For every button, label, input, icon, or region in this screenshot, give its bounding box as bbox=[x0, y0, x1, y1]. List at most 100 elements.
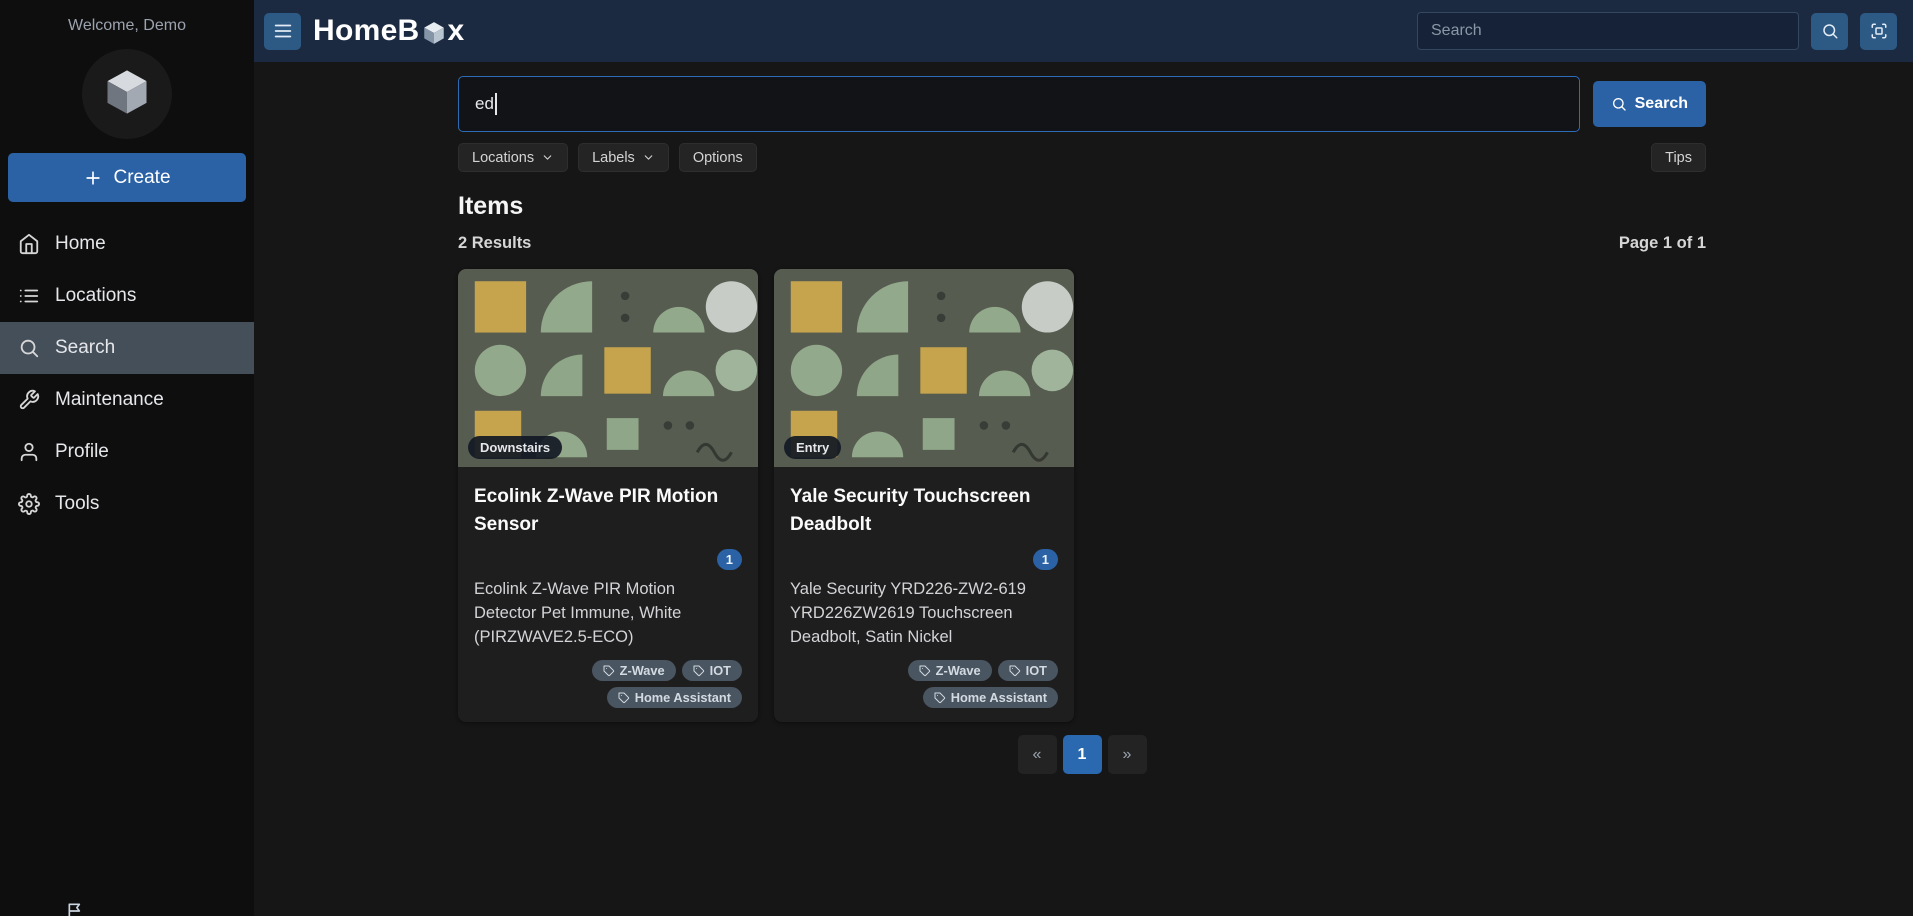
search-icon bbox=[1821, 22, 1839, 40]
item-title[interactable]: Yale Security Touchscreen Deadbolt bbox=[790, 483, 1058, 538]
prev-page-button[interactable]: « bbox=[1017, 735, 1057, 774]
label-chip[interactable]: IOT bbox=[997, 660, 1058, 681]
app-title-prefix: HomeB bbox=[313, 14, 420, 47]
label-chips: Z-Wave IOT Home Assistant bbox=[474, 660, 742, 708]
page-indicator: Page 1 of 1 bbox=[1618, 234, 1706, 252]
sidebar-item-locations[interactable]: Locations bbox=[0, 270, 254, 322]
locations-filter-label: Locations bbox=[472, 149, 535, 166]
sidebar-item-search[interactable]: Search bbox=[0, 322, 254, 374]
item-card[interactable]: Downstairs Ecolink Z-Wave PIR Motion Sen… bbox=[458, 269, 758, 722]
qr-scan-icon bbox=[1870, 22, 1888, 40]
item-card-body: Yale Security Touchscreen Deadbolt 1 Yal… bbox=[774, 467, 1074, 722]
sidebar-item-tools[interactable]: Tools bbox=[0, 478, 254, 530]
topbar-search-input[interactable] bbox=[1417, 12, 1799, 50]
results-meta: 2 Results Page 1 of 1 bbox=[458, 234, 1706, 253]
create-button[interactable]: Create bbox=[8, 153, 246, 202]
label-chip-text: Z-Wave bbox=[935, 663, 981, 678]
topbar: HomeB x bbox=[254, 0, 1913, 62]
tag-icon bbox=[618, 692, 630, 704]
box-logo-icon bbox=[101, 66, 153, 123]
sidebar-item-label: Tools bbox=[55, 493, 100, 514]
location-badge[interactable]: Entry bbox=[784, 436, 842, 459]
item-title[interactable]: Ecolink Z-Wave PIR Motion Sensor bbox=[474, 483, 742, 538]
label-chip-text: Z-Wave bbox=[619, 663, 665, 678]
pagination: « 1 » bbox=[458, 735, 1706, 774]
item-card[interactable]: Entry Yale Security Touchscreen Deadbolt… bbox=[774, 269, 1074, 722]
next-page-button[interactable]: » bbox=[1107, 735, 1147, 774]
label-chip-text: IOT bbox=[709, 663, 731, 678]
homebox-logo bbox=[82, 49, 172, 139]
welcome-text: Welcome, Demo bbox=[68, 17, 186, 34]
sidebar-item-maintenance[interactable]: Maintenance bbox=[0, 374, 254, 426]
options-button[interactable]: Options bbox=[678, 143, 757, 172]
flag-icon[interactable] bbox=[66, 901, 86, 916]
item-thumbnail: Downstairs bbox=[458, 269, 758, 467]
sidebar-nav: Home Locations Search Maintenance Profil… bbox=[0, 218, 254, 530]
search-button[interactable]: Search bbox=[1592, 81, 1706, 127]
quantity-row: 1 bbox=[474, 549, 742, 571]
chevron-down-icon bbox=[642, 151, 655, 164]
label-chip-text: IOT bbox=[1025, 663, 1047, 678]
sidebar-item-label: Profile bbox=[55, 441, 109, 462]
item-card-body: Ecolink Z-Wave PIR Motion Sensor 1 Ecoli… bbox=[458, 467, 758, 722]
page-1-button[interactable]: 1 bbox=[1062, 735, 1102, 774]
results-count: 2 Results bbox=[458, 234, 532, 252]
search-input[interactable]: ed bbox=[458, 76, 1580, 132]
app-title: HomeB x bbox=[313, 14, 465, 48]
label-chip[interactable]: Home Assistant bbox=[922, 687, 1058, 708]
label-chip-text: Home Assistant bbox=[950, 690, 1047, 705]
create-button-label: Create bbox=[113, 166, 171, 188]
topbar-search-button[interactable] bbox=[1811, 12, 1848, 50]
search-icon bbox=[18, 337, 40, 359]
label-chip-text: Home Assistant bbox=[634, 690, 731, 705]
menu-button[interactable] bbox=[264, 12, 301, 50]
main-content: ed Search Locations Labels Options Tips … bbox=[254, 62, 1913, 916]
plus-icon bbox=[83, 168, 103, 188]
locations-filter-button[interactable]: Locations bbox=[458, 143, 569, 172]
labels-filter-button[interactable]: Labels bbox=[578, 143, 669, 172]
items-heading: Items bbox=[458, 192, 524, 220]
tips-button-label: Tips bbox=[1665, 149, 1692, 166]
tag-icon bbox=[919, 665, 931, 677]
text-caret bbox=[494, 93, 497, 115]
label-chips: Z-Wave IOT Home Assistant bbox=[790, 660, 1058, 708]
tag-icon bbox=[1009, 665, 1021, 677]
item-description: Ecolink Z-Wave PIR Motion Detector Pet I… bbox=[474, 580, 682, 646]
quantity-badge: 1 bbox=[716, 549, 742, 571]
list-icon bbox=[18, 285, 40, 307]
hamburger-icon bbox=[272, 20, 294, 42]
sidebar-item-label: Locations bbox=[55, 285, 137, 306]
results-grid: Downstairs Ecolink Z-Wave PIR Motion Sen… bbox=[458, 269, 1706, 722]
labels-filter-label: Labels bbox=[592, 149, 635, 166]
app-title-suffix: x bbox=[447, 14, 465, 47]
item-thumbnail: Entry bbox=[774, 269, 1074, 467]
label-chip[interactable]: Home Assistant bbox=[606, 687, 742, 708]
chevron-down-icon bbox=[541, 151, 554, 164]
sidebar-item-label: Home bbox=[55, 233, 106, 254]
scan-button[interactable] bbox=[1860, 12, 1897, 50]
options-button-label: Options bbox=[692, 149, 743, 166]
quantity-badge: 1 bbox=[1032, 549, 1058, 571]
label-chip[interactable]: IOT bbox=[681, 660, 742, 681]
tag-icon bbox=[693, 665, 705, 677]
location-badge[interactable]: Downstairs bbox=[468, 436, 563, 459]
person-icon bbox=[18, 441, 40, 463]
search-icon bbox=[1611, 96, 1627, 112]
search-query-text: ed bbox=[475, 94, 494, 113]
box-logo-icon bbox=[421, 20, 447, 46]
sidebar: Welcome, Demo Create Home Locations Sear… bbox=[0, 0, 254, 916]
search-row: ed Search bbox=[458, 76, 1706, 132]
item-description: Yale Security YRD226-ZW2-619 YRD226ZW261… bbox=[790, 580, 1026, 646]
label-chip[interactable]: Z-Wave bbox=[907, 660, 992, 681]
sidebar-item-home[interactable]: Home bbox=[0, 218, 254, 270]
sidebar-item-label: Search bbox=[55, 337, 116, 358]
sidebar-item-label: Maintenance bbox=[55, 389, 164, 410]
sidebar-item-profile[interactable]: Profile bbox=[0, 426, 254, 478]
tag-icon bbox=[603, 665, 615, 677]
wrench-icon bbox=[18, 389, 40, 411]
label-chip[interactable]: Z-Wave bbox=[591, 660, 676, 681]
tips-button[interactable]: Tips bbox=[1651, 143, 1706, 172]
filter-row: Locations Labels Options Tips bbox=[458, 143, 1706, 172]
quantity-row: 1 bbox=[790, 549, 1058, 571]
tag-icon bbox=[934, 692, 946, 704]
